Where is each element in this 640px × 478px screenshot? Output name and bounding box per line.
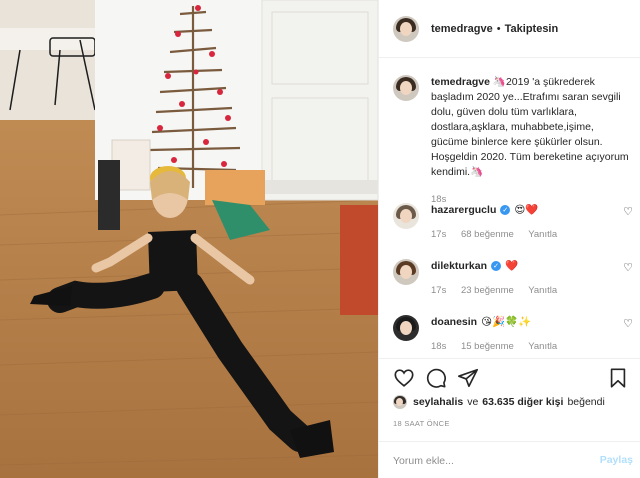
verified-badge-icon: ✓ bbox=[500, 204, 511, 215]
comment-username[interactable]: doanesin bbox=[431, 316, 477, 328]
likes-verb: beğendi bbox=[567, 396, 605, 408]
post-image bbox=[0, 0, 378, 478]
follow-status-button[interactable]: Takiptesin bbox=[505, 23, 559, 35]
liker-username[interactable]: seylahalis bbox=[413, 396, 463, 408]
commenter-avatar[interactable] bbox=[393, 203, 419, 229]
comment-time[interactable]: 18s bbox=[431, 341, 446, 352]
comment-likes[interactable]: 23 beğenme bbox=[461, 285, 514, 296]
comment-time[interactable]: 17s bbox=[431, 285, 446, 296]
post-side-panel: temedragve • Takiptesin temedragve 🦄2019… bbox=[378, 0, 640, 478]
comment-text: 😘🎉🍀✨ bbox=[481, 316, 532, 328]
comments-list[interactable]: temedragve 🦄2019 'a şükrederek başladım … bbox=[379, 59, 640, 355]
comment-username[interactable]: hazarerguclu bbox=[431, 204, 496, 216]
author-username[interactable]: temedragve bbox=[431, 23, 493, 35]
post-header: temedragve • Takiptesin bbox=[379, 0, 640, 58]
list-item: hazarerguclu ✓ 😍❤️ 17s 68 beğenme Yanıtl… bbox=[393, 203, 633, 240]
header-separator: • bbox=[496, 22, 501, 35]
verified-badge-icon: ✓ bbox=[491, 260, 502, 271]
post-caption: temedragve 🦄2019 'a şükrederek başladım … bbox=[393, 75, 633, 207]
share-icon[interactable] bbox=[457, 367, 479, 389]
reply-button[interactable]: Yanıtla bbox=[528, 229, 557, 240]
action-icons bbox=[393, 367, 629, 391]
bookmark-icon[interactable] bbox=[607, 367, 629, 389]
likes-connector: ve bbox=[467, 396, 479, 408]
liker-avatar bbox=[393, 395, 407, 409]
post-photo[interactable] bbox=[0, 0, 378, 478]
comment-time[interactable]: 17s bbox=[431, 229, 446, 240]
list-item: doanesin 😘🎉🍀✨ 18s 15 beğenme Yanıtla ♡ bbox=[393, 315, 633, 352]
post-comment-button[interactable]: Paylaş bbox=[600, 454, 633, 466]
heart-icon[interactable] bbox=[393, 367, 415, 389]
reply-button[interactable]: Yanıtla bbox=[528, 341, 557, 352]
comment-likes[interactable]: 15 beğenme bbox=[461, 341, 514, 352]
caption-avatar[interactable] bbox=[393, 75, 419, 101]
comment-username[interactable]: dilekturkan bbox=[431, 260, 487, 272]
comment-like-icon[interactable]: ♡ bbox=[623, 205, 633, 218]
commenter-avatar[interactable] bbox=[393, 259, 419, 285]
add-comment-bar: Paylaş bbox=[379, 441, 640, 478]
caption-text: 🦄2019 'a şükrederek başladım 2020 ye...E… bbox=[431, 76, 629, 178]
comment-like-icon[interactable]: ♡ bbox=[623, 317, 633, 330]
comment-text: ❤️ bbox=[505, 260, 519, 272]
comment-input[interactable] bbox=[393, 452, 593, 470]
list-item: dilekturkan ✓ ❤️ 17s 23 beğenme Yanıtla … bbox=[393, 259, 633, 296]
caption-username[interactable]: temedragve bbox=[431, 76, 490, 88]
post-actions: seylahalis ve 63.635 diğer kişi beğendi … bbox=[379, 358, 640, 478]
comment-text: 😍❤️ bbox=[514, 204, 539, 216]
likes-others[interactable]: 63.635 diğer kişi bbox=[482, 396, 563, 408]
comment-likes[interactable]: 68 beğenme bbox=[461, 229, 514, 240]
author-avatar[interactable] bbox=[393, 15, 419, 42]
comment-icon[interactable] bbox=[425, 367, 447, 389]
caption-text-block: temedragve 🦄2019 'a şükrederek başladım … bbox=[431, 75, 631, 207]
commenter-avatar[interactable] bbox=[393, 315, 419, 341]
reply-button[interactable]: Yanıtla bbox=[528, 285, 557, 296]
comment-like-icon[interactable]: ♡ bbox=[623, 261, 633, 274]
likes-summary[interactable]: seylahalis ve 63.635 diğer kişi beğendi bbox=[393, 395, 605, 409]
post-timestamp[interactable]: 18 SAAT ÖNCE bbox=[393, 419, 450, 428]
